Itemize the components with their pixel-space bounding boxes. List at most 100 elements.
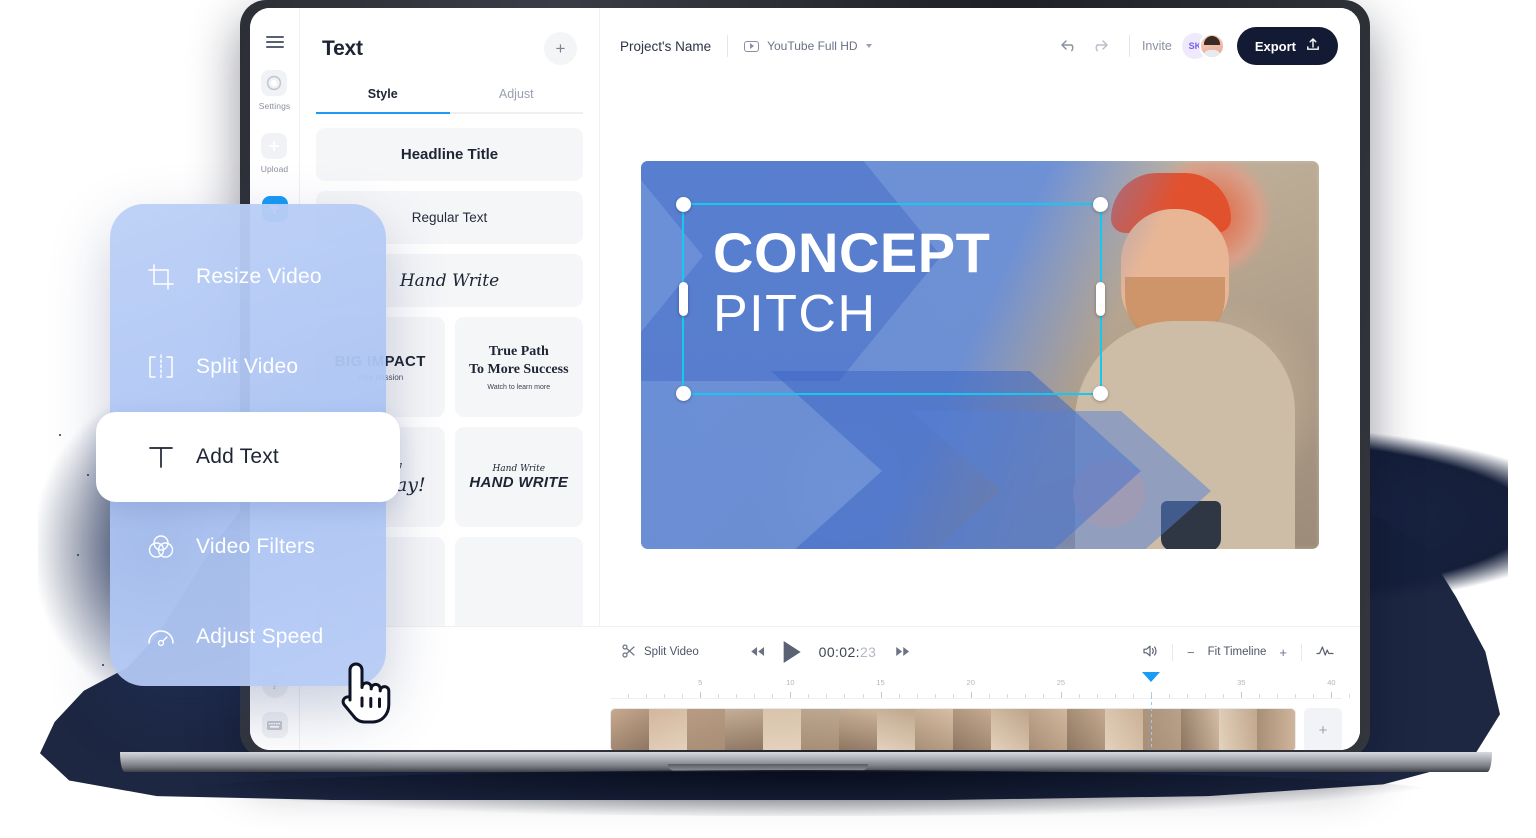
video-clip[interactable]: [610, 708, 1296, 750]
zoom-in-button[interactable]: +: [1279, 645, 1287, 660]
project-name[interactable]: Project's Name: [620, 39, 711, 54]
clip-frame: [687, 709, 725, 750]
resize-handle-bottom-right[interactable]: [1093, 386, 1108, 401]
ruler-tick: [808, 694, 810, 698]
keyboard-icon[interactable]: [261, 712, 288, 738]
invite-button[interactable]: Invite: [1142, 39, 1172, 53]
style-card-extra-right[interactable]: [454, 537, 583, 637]
zoom-level-label[interactable]: Fit Timeline: [1208, 646, 1267, 658]
editor-topbar: Project's Name YouTube Full HD Invite SK…: [600, 8, 1360, 84]
playhead-marker: [1142, 672, 1161, 699]
fast-forward-icon[interactable]: [894, 645, 910, 660]
ruler-tick-label: 5: [698, 678, 703, 687]
menu-item-video-filters[interactable]: Video Filters: [110, 502, 386, 592]
scissors-icon: [622, 643, 636, 661]
tab-adjust[interactable]: Adjust: [449, 87, 583, 114]
preset-label: YouTube Full HD: [767, 39, 858, 53]
add-clip-button[interactable]: +: [1304, 708, 1342, 750]
ruler-tick-label: 20: [966, 678, 975, 687]
ruler-tick: [934, 694, 936, 698]
export-button[interactable]: Export: [1236, 27, 1338, 65]
ruler-tick: [1078, 694, 1080, 698]
clip-frame: [1257, 709, 1295, 750]
menu-item-resize-video[interactable]: Resize Video: [110, 232, 386, 322]
play-icon[interactable]: [783, 641, 801, 663]
redo-arrow-icon[interactable]: [1085, 31, 1115, 61]
ruler-tick: [1169, 694, 1171, 698]
speedometer-icon: [144, 620, 178, 654]
clip-frame: [1067, 709, 1105, 750]
resolution-preset-dropdown[interactable]: YouTube Full HD: [744, 39, 872, 53]
topbar-right-group: Invite SK Export: [1055, 27, 1338, 65]
menu-item-label: Adjust Speed: [196, 625, 324, 648]
sidebar-item-settings[interactable]: Settings: [259, 70, 291, 111]
text-t-icon: [144, 440, 178, 474]
ruler-tick-label: 40: [1327, 678, 1336, 687]
resize-handle-middle-left[interactable]: [679, 282, 688, 316]
page-title: Text: [322, 36, 363, 60]
ruler-tick: [970, 692, 972, 698]
resize-handle-middle-right[interactable]: [1096, 282, 1105, 316]
topbar-divider: [727, 35, 729, 57]
editor-area: Project's Name YouTube Full HD Invite SK…: [300, 8, 1360, 750]
ruler-tick: [988, 694, 990, 698]
style-card-hand-write[interactable]: Hand Write HAND WRITE: [454, 427, 583, 527]
clip-frame: [953, 709, 991, 750]
add-text-button[interactable]: +: [544, 32, 577, 65]
hamburger-icon[interactable]: [265, 36, 284, 48]
ruler-tick: [862, 694, 864, 698]
tab-style[interactable]: Style: [316, 87, 450, 114]
clip-frame: [877, 709, 915, 750]
panel-header: Text +: [300, 8, 599, 65]
volume-icon[interactable]: [1130, 644, 1172, 661]
timeline-right-controls: − Fit Timeline +: [1130, 643, 1342, 661]
ruler-tick: [682, 694, 684, 698]
ruler-tick: [754, 694, 756, 698]
ruler-tick: [1006, 694, 1008, 698]
resize-handle-top-left[interactable]: [676, 197, 691, 212]
clip-frame: [991, 709, 1029, 750]
clip-frame: [839, 709, 877, 750]
rewind-icon[interactable]: [750, 645, 766, 660]
style-row-headline[interactable]: Headline Title: [316, 128, 583, 181]
undo-arrow-icon[interactable]: [1055, 31, 1085, 61]
menu-item-split-video[interactable]: Split Video: [110, 322, 386, 412]
clip-frame: [915, 709, 953, 750]
waveform-icon[interactable]: [1302, 644, 1342, 661]
ruler-tick: [1349, 694, 1351, 698]
ruler-tick: [1042, 694, 1044, 698]
menu-item-label: Add Text: [196, 445, 279, 468]
clip-frame: [611, 709, 649, 750]
menu-item-add-text[interactable]: Add Text: [96, 412, 400, 502]
resize-handle-bottom-left[interactable]: [676, 386, 691, 401]
timeline-ruler[interactable]: 5101520253540455060: [610, 672, 1351, 699]
clip-frame: [649, 709, 687, 750]
transport-controls: 00:02:23: [750, 641, 911, 663]
clip-frame: [725, 709, 763, 750]
resize-handle-top-right[interactable]: [1093, 197, 1108, 212]
timecode-frames: 23: [859, 644, 877, 660]
hand-pointer-cursor: [332, 656, 396, 726]
timeline-section: Split Video 00:02:23 − Fit Timeline + 5 …: [300, 626, 1360, 750]
clip-frame: [1143, 709, 1181, 750]
sidebar-item-upload[interactable]: Upload: [261, 133, 289, 174]
avatar[interactable]: [1198, 33, 1225, 59]
text-selection-box[interactable]: [676, 197, 1108, 401]
ruler-tick: [664, 694, 666, 698]
ruler-tick: [1223, 694, 1225, 698]
ruler-tick: [646, 694, 648, 698]
ruler-tick: [1115, 694, 1116, 698]
zoom-out-button[interactable]: −: [1187, 645, 1195, 660]
ruler-tick: [718, 694, 720, 698]
video-preview-canvas[interactable]: CONCEPT PITCH: [641, 161, 1319, 549]
youtube-icon: [744, 40, 760, 52]
split-video-button[interactable]: Split Video: [622, 643, 699, 661]
style-card-true-path[interactable]: True Path To More Success Watch to learn…: [454, 317, 583, 417]
sidebar-item-label: Upload: [260, 164, 289, 174]
ruler-tick: [790, 692, 792, 698]
ruler-tick: [1241, 692, 1243, 698]
ruler-tick: [1295, 694, 1297, 698]
ruler-tick-label: 35: [1237, 678, 1246, 687]
menu-item-label: Video Filters: [196, 535, 315, 558]
ruler-tick: [772, 694, 774, 698]
